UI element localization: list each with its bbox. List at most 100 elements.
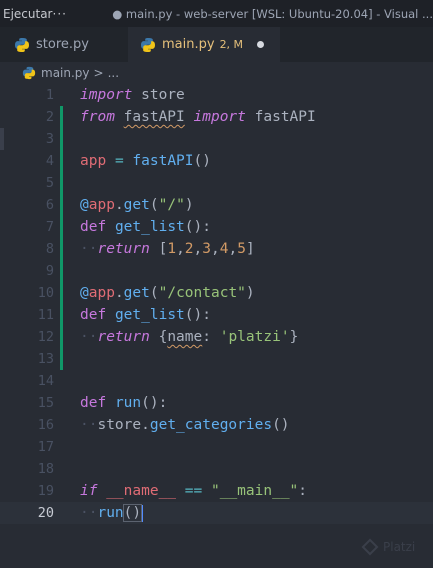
line-number: 11 [37,307,54,323]
variable: app [80,153,107,169]
line-number: 13 [37,351,54,367]
platzi-watermark: Platzi [361,538,416,556]
code-line[interactable]: 5 [0,172,433,194]
line-number: 17 [37,439,54,455]
number: 5 [237,241,246,257]
punctuation: , [176,241,185,257]
punctuation: () [272,417,290,433]
code-line[interactable]: 10 @app.get("/contact") [0,282,433,304]
editor-tab-bar: store.py main.py 2, M [0,27,433,62]
keyword: if [80,483,98,499]
function-name: get_list [114,219,185,235]
unsaved-dot-icon[interactable] [257,41,265,48]
code-editor[interactable]: 1 import store 2 from fastAPI import fas… [0,84,433,568]
function-name: run [114,395,142,411]
function-name: get_list [114,307,185,323]
keyword: from [80,109,115,125]
code-line[interactable]: 3 [0,128,433,150]
punctuation: (): [141,395,168,411]
identifier: store [97,417,142,433]
code-line[interactable]: 13 [0,348,433,370]
line-number: 14 [37,373,54,389]
operator: = [114,153,124,169]
python-file-icon [141,37,155,52]
punctuation: : [298,483,308,499]
line-number: 16 [37,417,54,433]
tab-main-py[interactable]: main.py 2, M [128,27,281,62]
line-number: 3 [45,131,54,147]
punctuation: , [193,241,203,257]
string: 'platzi' [219,329,290,345]
tab-label: store.py [36,37,89,52]
operator: == [184,483,203,499]
line-number: 9 [45,263,54,279]
function-call: get [123,197,150,213]
keyword: def [80,307,107,323]
number: 1 [167,241,177,257]
punctuation: : [202,329,211,345]
keyword: def [80,395,107,411]
decorator: @ [80,197,89,213]
line-number: 8 [45,241,54,257]
keyword: return [97,329,150,345]
punctuation: , [211,241,220,257]
code-line[interactable]: 17 [0,436,433,458]
more-menu-button[interactable]: ··· [53,7,113,21]
string: "/contact" [158,285,246,301]
punctuation: ( [149,285,159,301]
breadcrumb-file[interactable]: main.py [41,66,90,80]
menu-ejecutar[interactable]: Ejecutar [0,7,53,21]
code-line[interactable]: 8 ··return [1,2,3,4,5] [0,238,433,260]
identifier: fastAPI [123,109,185,125]
line-number: 12 [37,329,54,345]
code-line[interactable]: 9 [0,260,433,282]
line-number: 15 [37,395,54,411]
line-number: 2 [45,109,54,125]
watermark-text: Platzi [383,540,416,554]
code-line[interactable]: 11 def get_list(): [0,304,433,326]
code-line[interactable]: 16 ··store.get_categories() [0,414,433,436]
string: "__main__" [210,483,299,499]
code-line[interactable]: 2 from fastAPI import fastAPI [0,106,433,128]
punctuation: ) [245,285,255,301]
breadcrumb-symbol[interactable]: ... [108,66,119,80]
code-line[interactable]: 18 [0,458,433,480]
punctuation: ) [184,197,194,213]
string: "/" [158,197,185,213]
code-line[interactable]: 12 ··return {name: 'platzi'} [0,326,433,348]
python-file-icon [22,66,36,80]
line-number: 5 [45,175,54,191]
code-line[interactable]: 4 app = fastAPI() [0,150,433,172]
function-call: get_categories [149,417,273,433]
tab-store-py[interactable]: store.py [0,27,128,62]
keyword: import [193,109,246,125]
punctuation: () [193,153,211,169]
identifier: store [141,87,185,103]
line-number: 4 [45,153,54,169]
line-number: 6 [45,197,54,213]
identifier: __name__ [106,483,177,499]
matched-bracket: () [122,504,143,522]
line-number: 20 [37,505,54,521]
code-line[interactable]: 7 def get_list(): [0,216,433,238]
function-call: run [97,505,124,521]
punctuation: (): [184,307,211,323]
punctuation: ( [149,197,159,213]
code-line[interactable]: 19 if __name__ == "__main__": [0,480,433,502]
function-call: fastAPI [132,153,194,169]
code-line[interactable]: 6 @app.get("/") [0,194,433,216]
breadcrumb: main.py > ... [0,62,433,84]
number: 3 [202,241,211,257]
code-line-current[interactable]: 20 ··run() [0,502,433,524]
code-line[interactable]: 15 def run(): [0,392,433,414]
punctuation: } [289,329,299,345]
chevron-right-icon: > [93,66,104,80]
text-cursor [141,504,144,522]
line-number: 1 [45,87,54,103]
python-file-icon [15,37,29,52]
identifier: app [88,197,115,213]
keyword: def [80,219,107,235]
identifier: app [88,285,115,301]
code-line[interactable]: 1 import store [0,84,433,106]
code-line[interactable]: 14 [0,370,433,392]
